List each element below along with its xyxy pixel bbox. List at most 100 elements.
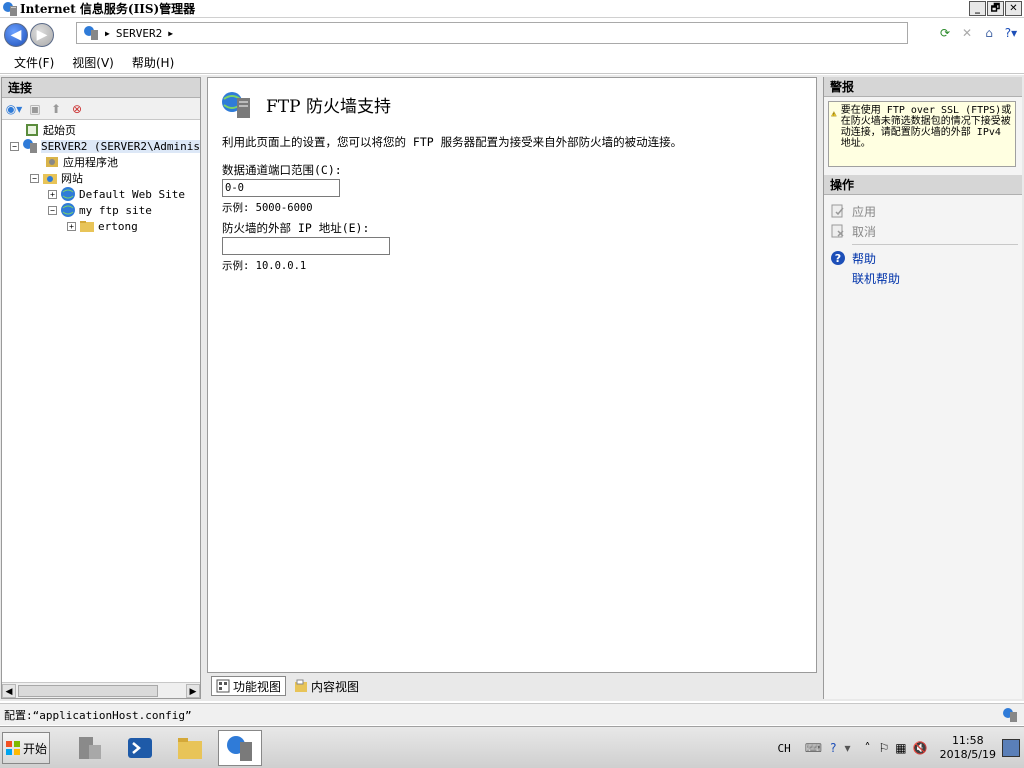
tree-item-ertong[interactable]: + ertong — [67, 218, 138, 234]
taskbar-server-manager[interactable] — [68, 730, 112, 766]
tab-features-view[interactable]: 功能视图 — [211, 676, 287, 696]
help-icon: ? — [830, 250, 846, 266]
help-tray-icon[interactable]: ? — [830, 741, 836, 755]
clock-date: 2018/5/19 — [939, 748, 996, 761]
show-hidden-icons[interactable]: ˄ — [865, 741, 871, 755]
system-tray: CH ⌨ ? ▾ ˄ ⚐ ▦ 🔇 11:58 2018/5/19 — [778, 729, 1024, 767]
stop-icon[interactable]: ✕ — [958, 24, 976, 42]
show-desktop-icon[interactable] — [1002, 739, 1020, 757]
breadcrumb-server[interactable]: SERVER2 — [116, 27, 162, 40]
ftp-firewall-icon — [222, 92, 250, 118]
horizontal-scrollbar[interactable]: ◀ ▶ — [2, 682, 200, 698]
tree-label: Default Web Site — [79, 187, 185, 201]
tree-item-app-pools[interactable]: 应用程序池 — [44, 154, 118, 170]
menu-file[interactable]: 文件(F) — [14, 54, 54, 71]
tab-content-view[interactable]: 内容视图 — [290, 676, 363, 696]
cancel-action[interactable]: 取消 — [824, 221, 1022, 241]
svg-text:?: ? — [835, 252, 841, 265]
menu-help[interactable]: 帮助(H) — [132, 54, 174, 71]
alert-box: 要在使用 FTP over SSL (FTPS)或在防火墙未筛选数据包的情况下接… — [828, 101, 1016, 167]
options-icon[interactable]: ▾ — [845, 741, 851, 755]
close-button[interactable]: ✕ — [1005, 1, 1022, 16]
flag-icon[interactable]: ⚐ — [879, 741, 890, 755]
network-status-icon — [1003, 708, 1017, 722]
window-title: Internet 信息服务(IIS)管理器 — [20, 2, 196, 16]
breadcrumb-separator-icon[interactable]: ▶ — [168, 29, 173, 38]
network-icon[interactable]: ▦ — [895, 741, 906, 755]
expand-icon[interactable]: + — [48, 189, 57, 199]
status-bar: 配置:“applicationHost.config” — [0, 703, 1024, 725]
alert-message: 要在使用 FTP over SSL (FTPS)或在防火墙未筛选数据包的情况下接… — [840, 105, 1012, 149]
start-label: 开始 — [22, 741, 47, 756]
disconnect-icon[interactable]: ⊗ — [68, 100, 86, 118]
globe-icon — [60, 186, 76, 202]
scroll-right-icon[interactable]: ▶ — [186, 683, 200, 698]
apply-action[interactable]: 应用 — [824, 201, 1022, 221]
tree-item-sites[interactable]: − 网站 — [30, 170, 83, 186]
home-icon[interactable]: ⌂ — [980, 24, 998, 42]
tree-label: ertong — [98, 219, 138, 233]
taskbar-explorer[interactable] — [168, 730, 212, 766]
minimize-button[interactable]: _ — [969, 1, 986, 16]
volume-muted-icon[interactable]: 🔇 — [913, 741, 928, 755]
connect-icon[interactable]: ◉▾ — [5, 100, 23, 118]
features-view-icon — [216, 679, 230, 693]
page-description: 利用此页面上的设置，您可以将您的 FTP 服务器配置为接受来自外部防火墙的被动连… — [222, 135, 683, 149]
tree-item-my-ftp-site[interactable]: − my ftp site — [48, 202, 152, 218]
alerts-title: 警报 — [824, 77, 1022, 97]
save-icon[interactable]: ▣ — [26, 100, 44, 118]
sites-folder-icon — [42, 170, 58, 186]
actions-title: 操作 — [824, 175, 1022, 195]
cancel-icon — [830, 223, 846, 239]
port-range-input[interactable]: 0-0 — [222, 179, 340, 197]
scroll-left-icon[interactable]: ◀ — [2, 683, 16, 698]
page-title: FTP 防火墙支持 — [266, 96, 391, 117]
windows-logo-icon — [5, 741, 20, 755]
back-button[interactable]: ◀ — [4, 23, 28, 47]
refresh-icon[interactable]: ⟳ — [936, 24, 954, 42]
menu-view[interactable]: 视图(V) — [72, 54, 114, 71]
tree-label: 起始页 — [43, 124, 76, 137]
tree-item-server[interactable]: − SERVER2 (SERVER2\Administr — [10, 138, 200, 154]
scroll-thumb[interactable] — [18, 684, 158, 697]
address-bar[interactable]: ▶ SERVER2 ▶ — [76, 22, 908, 44]
clock[interactable]: 11:58 2018/5/19 — [940, 734, 996, 762]
online-help-label: 联机帮助 — [852, 271, 901, 286]
collapse-icon[interactable]: − — [30, 173, 39, 183]
clock-time: 11:58 — [951, 734, 984, 747]
external-ip-input[interactable] — [222, 237, 390, 255]
warning-icon — [831, 111, 837, 117]
breadcrumb-separator-icon: ▶ — [105, 28, 110, 38]
maximize-button[interactable]: 🗗 — [987, 1, 1004, 16]
app-pool-icon — [44, 154, 60, 170]
forward-button[interactable]: ▶ — [30, 23, 54, 47]
title-bar: Internet 信息服务(IIS)管理器 _ 🗗 ✕ — [0, 0, 1024, 18]
help-action[interactable]: ? 帮助 — [824, 248, 1022, 268]
start-button[interactable]: 开始 — [2, 732, 50, 764]
external-ip-label: 防火墙的外部 IP 地址(E): — [222, 221, 370, 235]
tree-label: 网站 — [61, 172, 83, 185]
tab-label: 功能视图 — [233, 679, 282, 694]
menu-bar: 文件(F) 视图(V) 帮助(H) — [0, 52, 1024, 74]
tree-item-start-page[interactable]: 起始页 — [24, 122, 76, 138]
up-level-icon[interactable]: ⬆ — [47, 100, 65, 118]
online-help-action[interactable]: 联机帮助 — [824, 268, 1022, 288]
keyboard-icon[interactable]: ⌨ — [805, 741, 822, 755]
tree-label: SERVER2 (SERVER2\Administr — [41, 139, 200, 153]
content-view-icon — [294, 679, 308, 693]
arrow-left-icon: ◀ — [10, 27, 22, 43]
taskbar-iis-manager[interactable] — [218, 730, 262, 766]
tree-item-default-web-site[interactable]: + Default Web Site — [48, 186, 185, 202]
view-tabs: 功能视图 内容视图 — [207, 675, 817, 697]
server-manager-icon — [79, 737, 101, 759]
connections-toolbar: ◉▾ ▣ ⬆ ⊗ — [2, 98, 200, 120]
taskbar-powershell[interactable] — [118, 730, 162, 766]
collapse-icon[interactable]: − — [10, 141, 19, 151]
collapse-icon[interactable]: − — [48, 205, 57, 215]
help-dropdown-icon[interactable]: ?▾ — [1002, 24, 1020, 42]
language-indicator[interactable]: CH — [778, 742, 791, 755]
expand-icon[interactable]: + — [67, 221, 76, 231]
explorer-folder-icon — [178, 738, 202, 759]
help-label: 帮助 — [852, 251, 877, 266]
powershell-icon — [128, 738, 152, 758]
